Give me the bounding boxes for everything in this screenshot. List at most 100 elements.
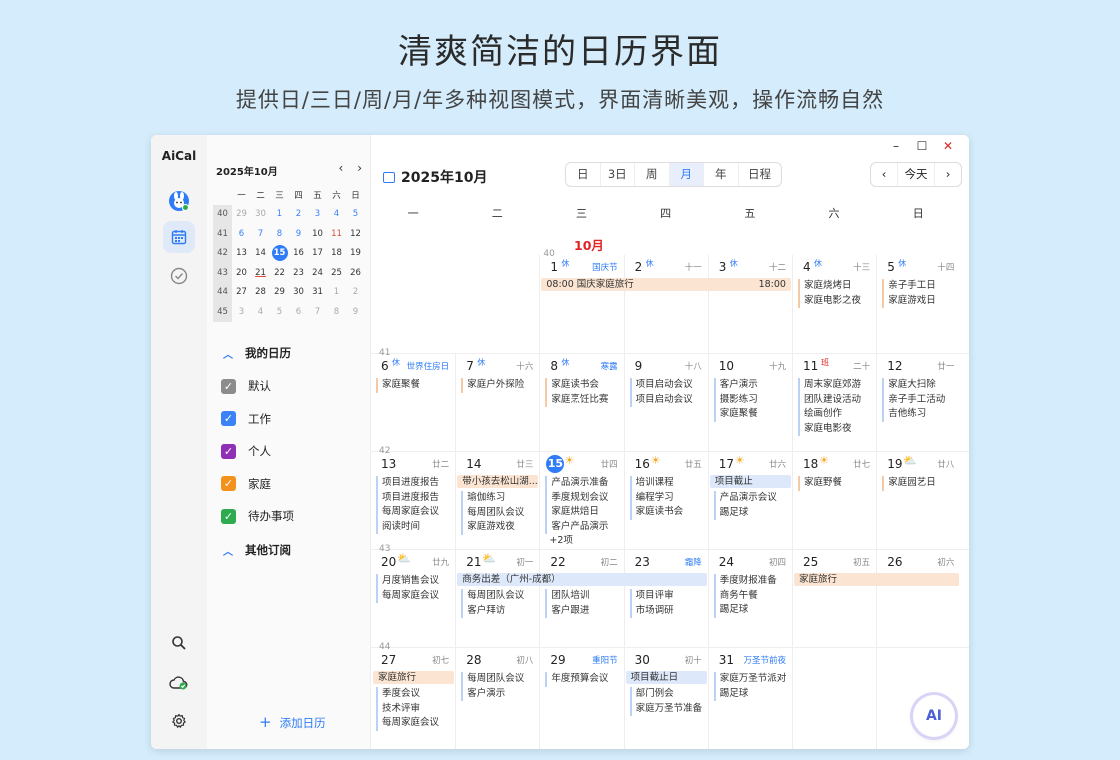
day-cell[interactable]: 2 休 十一 <box>623 255 708 353</box>
mini-day[interactable]: 1 <box>327 283 346 303</box>
mini-prev-button[interactable]: ‹ <box>339 161 344 175</box>
event-item[interactable]: 周末家庭郊游 <box>798 378 873 393</box>
mini-day[interactable]: 25 <box>327 263 346 283</box>
event-item[interactable]: 踢足球 <box>713 603 789 618</box>
day-cell[interactable]: 8 休 寒露 家庭读书会 家庭烹饪比赛 <box>539 354 623 452</box>
mini-day[interactable]: 11 <box>327 224 346 244</box>
settings-button[interactable] <box>163 705 195 737</box>
calendar-item[interactable]: ✓ 个人 <box>221 443 271 459</box>
mini-day[interactable]: 4 <box>251 302 270 322</box>
mini-day[interactable]: 6 <box>289 302 308 322</box>
event-item[interactable]: 项目评审 <box>629 589 705 604</box>
event-item[interactable]: 吉他练习 <box>882 407 957 422</box>
mini-day[interactable]: 31 <box>308 283 327 303</box>
day-cell[interactable]: 20 ⛅ 廿九 月度销售会议 每周家庭会议 <box>371 550 455 648</box>
tasks-nav-button[interactable] <box>163 260 195 292</box>
mini-day[interactable]: 7 <box>308 302 327 322</box>
event-item[interactable]: 客户演示 <box>461 686 536 702</box>
day-cell[interactable]: 29 重阳节 年度预算会议 <box>539 648 623 749</box>
event-item[interactable]: 每周家庭会议 <box>376 588 452 604</box>
day-cell[interactable]: 16 ☀ 廿五 培训课程 编程学习 家庭读书会 <box>623 452 708 550</box>
event-item[interactable]: 季度会议 <box>376 687 452 702</box>
event-item[interactable]: 家庭万圣节准备 <box>629 701 705 717</box>
day-cell[interactable]: 9 十八 项目启动会议 项目启动会议 <box>623 354 708 452</box>
calendar-checkbox[interactable]: ✓ <box>221 378 236 394</box>
event-item[interactable]: 月度销售会议 <box>376 574 452 589</box>
calendar-item[interactable]: ✓ 家庭 <box>221 476 271 492</box>
mini-day[interactable]: 30 <box>251 205 270 225</box>
event-item[interactable]: 家庭读书会 <box>629 505 705 520</box>
day-cell[interactable]: 5 休 十四 亲子手工日 家庭游戏日 <box>876 255 960 353</box>
day-cell[interactable]: 23 霜降 项目评审 市场调研 <box>623 550 708 648</box>
day-cell[interactable]: 26 初六 <box>876 550 960 648</box>
event-item[interactable]: 家庭游戏夜 <box>461 520 536 535</box>
event-item[interactable]: 家庭烧烤日 <box>798 279 873 294</box>
view-tab[interactable]: 3日 <box>601 163 635 186</box>
calendar-checkbox[interactable]: ✓ <box>221 443 236 459</box>
day-cell[interactable]: 10 十九 客户演示 摄影练习 家庭聚餐 <box>707 354 792 452</box>
day-cell[interactable]: 19 ⛅ 廿八 家庭园艺日 <box>876 452 960 550</box>
day-cell[interactable]: 21 ⛅ 初一 每周团队会议 客户拜访 <box>455 550 539 648</box>
event-item[interactable]: 瑜伽练习 <box>461 491 536 506</box>
day-cell[interactable]: 13 廿二 项目进度报告 项目进度报告 每周家庭会议 阅读时间 <box>371 452 455 550</box>
view-tab[interactable]: 周 <box>635 163 670 186</box>
mini-day[interactable]: 1 <box>270 205 289 225</box>
mini-day[interactable]: 27 <box>232 283 251 303</box>
day-cell[interactable]: 14 廿三 瑜伽练习 每周团队会议 家庭游戏夜 <box>455 452 539 550</box>
mini-day[interactable]: 7 <box>251 224 270 244</box>
view-tab[interactable]: 日 <box>566 163 601 186</box>
event-item[interactable]: 家庭烹饪比赛 <box>545 392 620 408</box>
mini-day[interactable]: 26 <box>346 263 365 283</box>
event-item[interactable]: 技术评审 <box>376 701 452 717</box>
mini-day[interactable]: 29 <box>232 205 251 225</box>
event-item[interactable]: 摄影练习 <box>713 392 789 408</box>
mini-day[interactable]: 21 <box>251 263 270 283</box>
today-button[interactable]: 今天 <box>897 163 935 186</box>
day-cell[interactable]: 1 休 国庆节 <box>539 255 623 353</box>
event-item[interactable]: 家庭聚餐 <box>376 378 452 393</box>
mini-day[interactable]: 20 <box>232 263 251 283</box>
event-item[interactable]: 每周家庭会议 <box>376 505 452 520</box>
event-item[interactable]: 踢足球 <box>713 505 789 521</box>
event-item[interactable]: 家庭万圣节派对 <box>713 672 789 687</box>
event-item[interactable]: 踢足球 <box>713 686 789 702</box>
day-cell[interactable]: 30 初十 部门例会 家庭万圣节准备 <box>623 648 708 749</box>
calendar-checkbox[interactable]: ✓ <box>221 508 236 524</box>
day-cell[interactable]: 28 初八 每周团队会议 客户演示 <box>455 648 539 749</box>
event-item[interactable]: 市场调研 <box>629 603 705 619</box>
mini-day[interactable]: 18 <box>327 244 346 264</box>
calendar-item[interactable]: ✓ 工作 <box>221 411 271 427</box>
event-item[interactable]: 项目进度报告 <box>376 476 452 491</box>
view-tab[interactable]: 日程 <box>739 163 781 186</box>
event-item[interactable]: 年度预算会议 <box>545 672 620 687</box>
my-calendars-header[interactable]: ︿ 我的日历 <box>223 345 291 361</box>
calendar-item[interactable]: ✓ 待办事项 <box>221 508 294 524</box>
multi-day-event[interactable]: 项目截止 <box>709 475 791 488</box>
event-item[interactable]: 每周团队会议 <box>461 505 536 521</box>
day-cell[interactable]: 11 班 二十 周末家庭郊游 团队建设活动 绘画创作 家庭电影夜 <box>792 354 876 452</box>
event-item[interactable]: 季度财报准备 <box>713 574 789 589</box>
mini-day[interactable]: 2 <box>346 283 365 303</box>
event-item[interactable]: 家庭电影夜 <box>798 421 873 437</box>
mini-day[interactable]: 5 <box>346 205 365 225</box>
day-cell[interactable]: 12 廿一 家庭大扫除 亲子手工活动 吉他练习 <box>876 354 960 452</box>
mini-day[interactable]: 10 <box>308 224 327 244</box>
mini-day[interactable]: 8 <box>327 302 346 322</box>
day-cell[interactable]: 4 休 十三 家庭烧烤日 家庭电影之夜 <box>792 255 876 353</box>
event-item[interactable]: 产品演示会议 <box>713 491 789 506</box>
mini-next-button[interactable]: › <box>357 161 362 175</box>
mini-day[interactable]: 30 <box>289 283 308 303</box>
event-item[interactable]: 每周团队会议 <box>461 672 536 687</box>
calendar-checkbox[interactable]: ✓ <box>221 476 236 491</box>
event-item[interactable]: 客户产品演示 <box>545 519 620 535</box>
mini-day[interactable]: 16 <box>289 244 308 264</box>
multi-day-event[interactable]: 家庭旅行 <box>794 573 960 586</box>
day-cell[interactable]: 15 ☀ 廿四 产品演示准备 季度规划会议 家庭烘焙日 客户产品演示 +2项 <box>539 452 623 550</box>
mini-day[interactable]: 3 <box>308 205 327 225</box>
mini-day[interactable]: 5 <box>270 302 289 322</box>
event-item[interactable]: 团队培训 <box>545 589 620 604</box>
day-cell[interactable]: 18 ☀ 廿七 家庭野餐 <box>792 452 876 550</box>
mini-day[interactable]: 9 <box>346 302 365 322</box>
day-cell[interactable]: 22 初二 团队培训 客户跟进 <box>539 550 623 648</box>
multi-day-event[interactable]: 项目截止日 <box>625 671 707 684</box>
